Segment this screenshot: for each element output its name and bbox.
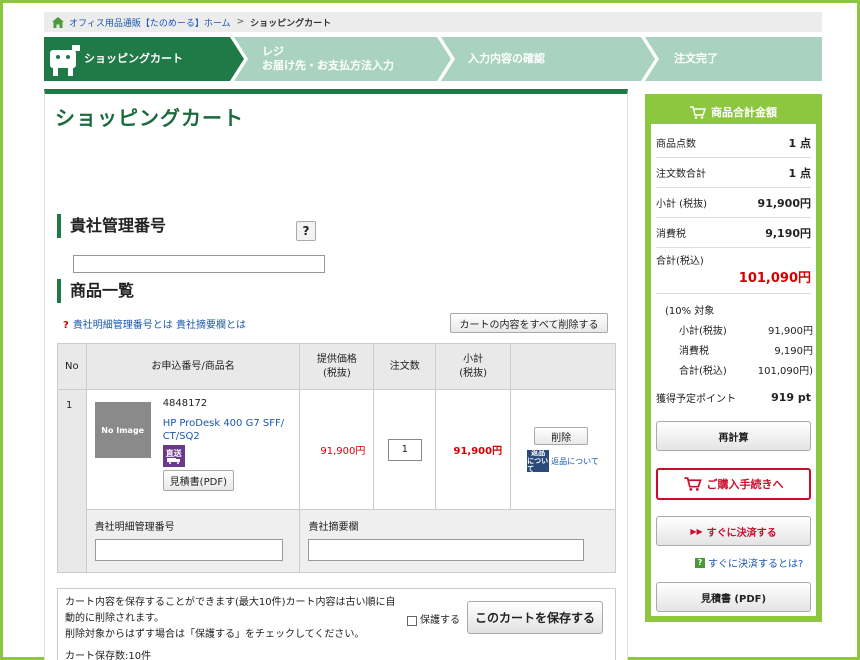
help-question-icon: ? [63, 320, 69, 331]
row-subtotal: 91,900円 [435, 389, 512, 510]
header-subtotal: 小計 (税抜) [435, 343, 512, 390]
row-no: 1 [57, 389, 87, 573]
summary-points: 獲得予定ポイント 919 pt [656, 390, 811, 405]
step-2-label-line2: お届け先・お支払方法入力 [262, 59, 394, 72]
summary-item-count: 商品点数 1 点 [656, 128, 811, 158]
save-cart-area: カート内容を保存することができます(最大10件)カート内容は古い順に自 動的に削… [57, 588, 616, 660]
breadcrumb-separator: > [236, 17, 245, 27]
rate-subtotal: 小計(税抜) 91,900円 [679, 326, 813, 337]
save-count: カート保存数:10件 [65, 651, 152, 660]
save-description: カート内容を保存することができます(最大10件)カート内容は古い順に自 動的に削… [65, 597, 396, 640]
table-header-row: No お申込番号/商品名 提供価格 (税抜) 注文数 小計 (税抜) [57, 343, 616, 390]
mgmt-number-heading: 貴社管理番号 [57, 214, 166, 238]
detail-number-input[interactable] [94, 539, 283, 561]
detail-number-label: 貴社明細管理番号 [94, 522, 175, 533]
breadcrumb-current: ショッピングカート [250, 18, 332, 29]
help-link-memo[interactable]: 貴社摘要欄とは [176, 320, 246, 331]
recalculate-button[interactable]: 再計算 [656, 421, 811, 451]
delete-button[interactable]: 削除 [534, 427, 589, 445]
mgmt-number-input[interactable] [73, 255, 325, 273]
memo-input[interactable] [308, 539, 585, 561]
cart-main-panel: ショッピングカート 貴社管理番号 ? 商品一覧 ? 貴社明細管理番号とは 貴社摘要… [44, 89, 628, 660]
row-price: 91,900円 [299, 389, 375, 510]
summary-tax: 消費税 9,190円 [656, 218, 811, 248]
cart-table: No お申込番号/商品名 提供価格 (税抜) 注文数 小計 (税抜) 1 No Im… [57, 343, 616, 573]
breadcrumb-home-link[interactable]: オフィス用品通販【たのめーる】ホーム [69, 16, 231, 29]
protect-option: 保護する [407, 613, 460, 629]
save-cart-button[interactable]: このカートを保存する [467, 601, 603, 634]
cart-icon [683, 477, 702, 491]
return-policy-link[interactable]: 返品について [551, 456, 599, 467]
quote-pdf-side-button[interactable]: 見積書 (PDF) [656, 582, 811, 612]
breadcrumb: オフィス用品通販【たのめーる】ホーム > ショッピングカート [44, 12, 822, 32]
home-icon [52, 16, 64, 28]
rate-tax: 消費税 9,190円 [679, 346, 813, 357]
quantity-input[interactable]: 1 [387, 438, 422, 461]
step-2-label-line1: レジ [262, 45, 284, 58]
mgmt-help-button[interactable]: ? [296, 221, 316, 241]
product-image[interactable]: No Image [94, 402, 151, 458]
cart-icon [690, 105, 706, 119]
product-name-link[interactable]: HP ProDesk 400 G7 SFF/CT/SQ2 [163, 417, 291, 443]
header-qty: 注文数 [373, 343, 437, 390]
detail-number-cell: 貴社明細管理番号 [85, 509, 301, 573]
summary-total: 合計(税込) 101,090円 [656, 248, 811, 294]
memo-label: 貴社摘要欄 [308, 522, 359, 533]
tax-rate-label: (10% 対象 [665, 306, 715, 317]
step-4-label: 注文完了 [674, 52, 718, 65]
product-code: 4848172 [162, 398, 208, 409]
protect-label: 保護する [420, 615, 460, 626]
help-link-detail-number[interactable]: 貴社明細管理番号とは [73, 320, 173, 331]
row-actions-cell: 削除 返品 について 返品について [510, 389, 616, 510]
table-row: 1 No Image 4848172 HP ProDesk 400 G7 SFF… [57, 389, 616, 573]
help-links: ? 貴社明細管理番号とは 貴社摘要欄とは [63, 316, 246, 331]
checkout-button[interactable]: ご購入手続きへ [656, 468, 811, 500]
row-product-cell: No Image 4848172 HP ProDesk 400 G7 SFF/C… [85, 389, 301, 510]
protect-checkbox[interactable] [407, 616, 417, 626]
header-name: お申込番号/商品名 [85, 343, 301, 390]
step-1-label: ショッピングカート [84, 52, 183, 65]
summary-subtotal: 小計 (税抜) 91,900円 [656, 188, 811, 218]
row-qty-cell: 1 [373, 389, 437, 510]
direct-delivery-badge: 直送 [162, 445, 185, 467]
checkout-steps: ショッピングカート レジ お届け先・お支払方法入力 入力内容の確認 注文完了 [44, 37, 822, 81]
quick-pay-help-link[interactable]: ? すぐに決済するとは? [695, 555, 803, 570]
step-3-label: 入力内容の確認 [468, 52, 545, 65]
header-actions [510, 343, 616, 390]
quick-pay-button[interactable]: ▶▶ すぐに決済する [656, 516, 811, 546]
summary-order-count: 注文数合計 1 点 [656, 158, 811, 188]
truck-icon [166, 457, 180, 464]
step-4-shape [645, 37, 822, 81]
rate-total: 合計(税込) 101,090円) [679, 366, 813, 377]
quote-pdf-button[interactable]: 見積書(PDF) [162, 470, 234, 491]
page-title: ショッピングカート [55, 106, 244, 130]
memo-cell: 貴社摘要欄 [299, 509, 616, 573]
memo-row: 貴社明細管理番号 貴社摘要欄 [58, 509, 616, 573]
question-icon: ? [695, 557, 705, 568]
clear-cart-button[interactable]: カートの内容をすべて削除する [450, 313, 608, 333]
order-summary-panel: 商品合計金額 商品点数 1 点 注文数合計 1 点 小計 (税抜) 91,900円 消… [645, 94, 822, 622]
return-policy-icon: 返品 について [527, 449, 550, 473]
header-price: 提供価格 (税抜) [299, 343, 375, 390]
summary-heading: 商品合計金額 [651, 100, 816, 124]
header-no: No [57, 343, 87, 390]
double-arrow-icon: ▶▶ [690, 526, 703, 536]
items-heading: 商品一覧 [57, 279, 134, 303]
